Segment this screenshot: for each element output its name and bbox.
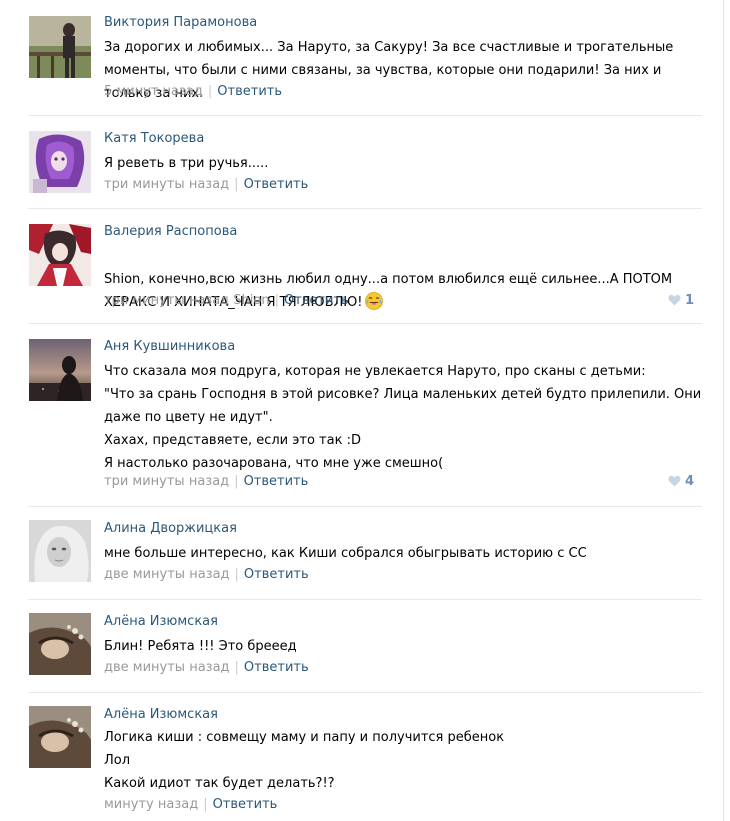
comment-item: Аня Кувшинникова Что сказала моя подруга… <box>0 324 712 507</box>
meta-separator: | <box>234 660 239 675</box>
comment-meta: минуту назад | Ответить <box>104 797 277 812</box>
comment-meta: три минуты назад Shion | Ответить <box>104 293 349 308</box>
meta-separator: | <box>207 84 213 99</box>
comment-time[interactable]: три минуты назад Shion <box>104 293 270 308</box>
avatar[interactable] <box>29 339 91 401</box>
reply-link[interactable]: Ответить <box>244 474 309 489</box>
comments-panel: Виктория Парамонова За дорогих и любимых… <box>0 0 724 821</box>
heart-icon <box>668 475 681 487</box>
reply-link[interactable]: Ответить <box>284 293 349 308</box>
reply-link[interactable]: Ответить <box>244 567 309 582</box>
avatar[interactable] <box>29 16 91 78</box>
avatar[interactable] <box>29 131 91 193</box>
comment-author[interactable]: Алёна Изюмская <box>104 707 218 722</box>
comment-author[interactable]: Виктория Парамонова <box>104 15 257 30</box>
comment-item: Виктория Парамонова За дорогих и любимых… <box>0 0 712 116</box>
avatar[interactable] <box>29 613 91 675</box>
like-button[interactable]: 1 <box>668 293 694 308</box>
comment-author[interactable]: Валерия Распопова <box>104 224 237 239</box>
comment-text: Блин! Ребята !!! Это брееед <box>104 639 297 654</box>
meta-separator: | <box>203 797 208 812</box>
heart-icon <box>668 294 681 306</box>
comment-author[interactable]: Катя Токорева <box>104 131 204 146</box>
like-count: 4 <box>685 474 695 489</box>
comment-author[interactable]: Алёна Изюмская <box>104 614 218 629</box>
comment-text: Логика киши : совмещу маму и папу и полу… <box>104 730 505 791</box>
like-button[interactable]: 4 <box>668 474 694 489</box>
comment-time[interactable]: минуту назад <box>104 797 198 812</box>
comment-time[interactable]: три минуты назад <box>104 474 229 489</box>
reply-link[interactable]: Ответить <box>213 797 278 812</box>
comment-time[interactable]: 5 минут назад <box>104 84 203 99</box>
comment-text: Я реветь в три ручья..... <box>104 156 269 171</box>
comment-meta: две минуты назад | Ответить <box>104 567 309 582</box>
reply-link[interactable]: Ответить <box>244 177 309 192</box>
avatar[interactable] <box>29 224 91 286</box>
comment-item: Алёна Изюмская Логика киши : совмещу мам… <box>0 692 712 821</box>
like-count: 1 <box>685 293 695 308</box>
comment-time[interactable]: три минуты назад <box>104 177 229 192</box>
meta-separator: | <box>234 474 239 489</box>
avatar[interactable] <box>29 520 91 582</box>
comment-item: Валерия Распопова Shion, конечно,всю жиз… <box>0 209 712 325</box>
comment-item: Катя Токорева Я реветь в три ручья..... … <box>0 116 712 209</box>
reply-link[interactable]: Ответить <box>217 84 282 99</box>
comment-item: Алина Дворжицкая мне больше интересно, к… <box>0 506 712 600</box>
meta-separator: | <box>234 177 239 192</box>
meta-separator: | <box>274 293 279 308</box>
comment-item: Алёна Изюмская Блин! Ребята !!! Это брее… <box>0 599 712 693</box>
reply-link[interactable]: Ответить <box>244 660 309 675</box>
comment-meta: три минуты назад | Ответить <box>104 177 308 192</box>
comment-text: Что сказала моя подруга, которая не увле… <box>104 364 702 471</box>
comment-meta: две минуты назад | Ответить <box>104 660 309 675</box>
comment-author[interactable]: Аня Кувшинникова <box>104 339 235 354</box>
comment-meta: три минуты назад | Ответить <box>104 474 308 489</box>
crying-laughing-emoji <box>364 292 383 310</box>
comment-time[interactable]: две минуты назад <box>104 660 230 675</box>
comment-author[interactable]: Алина Дворжицкая <box>104 521 237 536</box>
comment-time[interactable]: две минуты назад <box>104 567 230 582</box>
meta-separator: | <box>234 567 239 582</box>
comment-meta: 5 минут назад | Ответить <box>104 84 282 99</box>
comment-text: мне больше интересно, как Киши собрался … <box>104 546 587 561</box>
avatar[interactable] <box>29 706 91 768</box>
